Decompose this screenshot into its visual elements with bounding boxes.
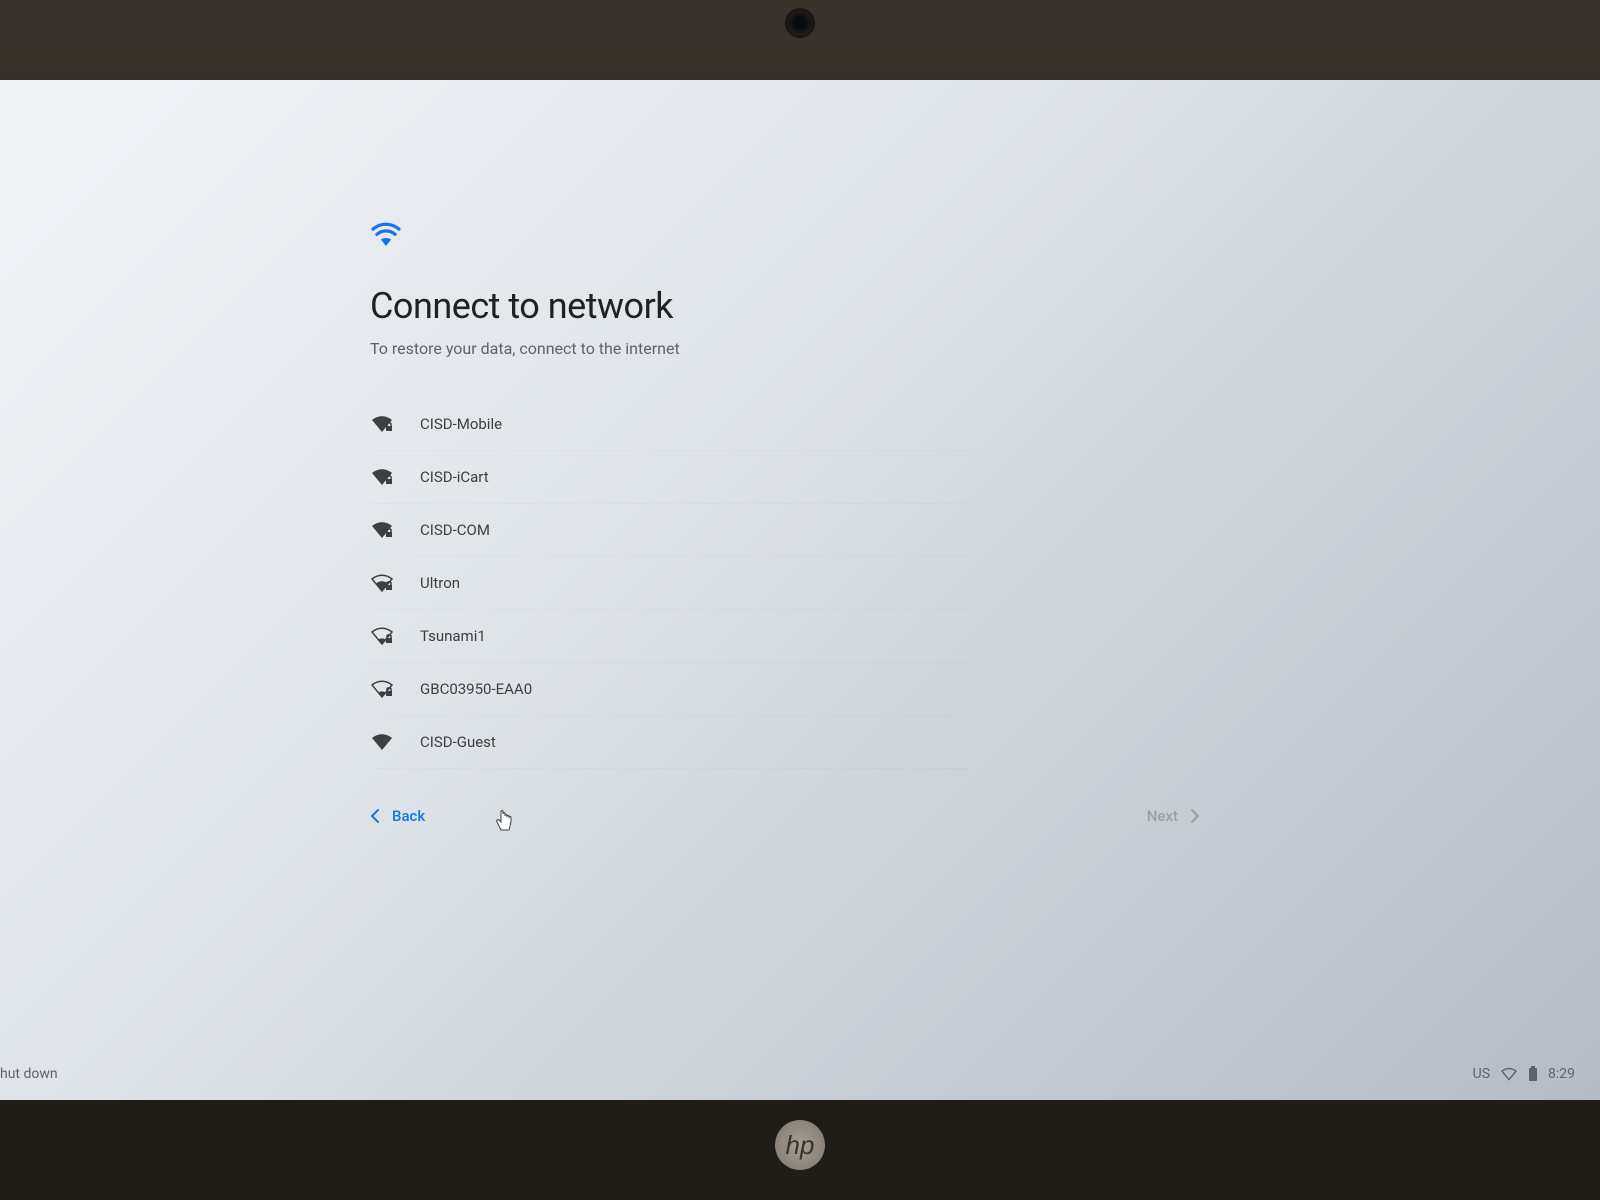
hp-logo: hp [775, 1120, 825, 1170]
network-item-tsunami1[interactable]: Tsunami1 [370, 610, 970, 663]
wifi-header-icon [370, 220, 1600, 250]
network-name: CISD-Mobile [420, 415, 502, 433]
wifi-signal-strong-locked-icon [370, 520, 420, 540]
wifi-signal-strong-locked-icon [370, 414, 420, 434]
wifi-signal-weak-locked-icon [370, 679, 420, 699]
status-bar[interactable]: US 8:29 [1473, 1066, 1575, 1082]
network-name: Ultron [420, 574, 460, 592]
chevron-right-icon [1190, 808, 1200, 824]
network-name: GBC03950-EAA0 [420, 680, 532, 698]
network-item-ultron[interactable]: Ultron [370, 557, 970, 610]
keyboard-layout-indicator: US [1473, 1066, 1490, 1082]
page-subtitle: To restore your data, connect to the int… [370, 339, 1600, 358]
wifi-signal-strong-locked-icon [370, 467, 420, 487]
network-name: CISD-Guest [420, 733, 496, 751]
network-name: CISD-COM [420, 521, 490, 539]
screen: Connect to network To restore your data,… [0, 80, 1600, 1100]
network-item-cisd-mobile[interactable]: CISD-Mobile [370, 398, 970, 451]
cursor-pointer-icon [495, 810, 513, 836]
page-title: Connect to network [370, 285, 1600, 327]
network-item-cisd-guest[interactable]: CISD-Guest [370, 716, 970, 769]
chevron-left-icon [370, 808, 380, 824]
wifi-signal-medium-locked-icon [370, 573, 420, 593]
back-button-label: Back [392, 807, 425, 825]
shutdown-button[interactable]: hut down [0, 1066, 58, 1082]
wifi-signal-weak-locked-icon [370, 626, 420, 646]
webcam [785, 8, 815, 38]
network-item-gbc03950[interactable]: GBC03950-EAA0 [370, 663, 970, 716]
laptop-bezel: Connect to network To restore your data,… [0, 0, 1600, 1200]
clock: 8:29 [1548, 1066, 1575, 1082]
back-button[interactable]: Back [370, 799, 425, 833]
network-name: Tsunami1 [420, 627, 486, 645]
network-name: CISD-iCart [420, 468, 489, 486]
network-list: CISD-Mobile CISD-iCart [370, 398, 970, 769]
next-button[interactable]: Next [1147, 799, 1200, 833]
next-button-label: Next [1147, 807, 1178, 825]
battery-icon [1528, 1066, 1538, 1082]
network-item-cisd-icart[interactable]: CISD-iCart [370, 451, 970, 504]
wifi-status-icon [1500, 1067, 1518, 1081]
wifi-signal-strong-open-icon [370, 732, 420, 752]
network-item-cisd-com[interactable]: CISD-COM [370, 504, 970, 557]
main-content: Connect to network To restore your data,… [0, 80, 1600, 1100]
